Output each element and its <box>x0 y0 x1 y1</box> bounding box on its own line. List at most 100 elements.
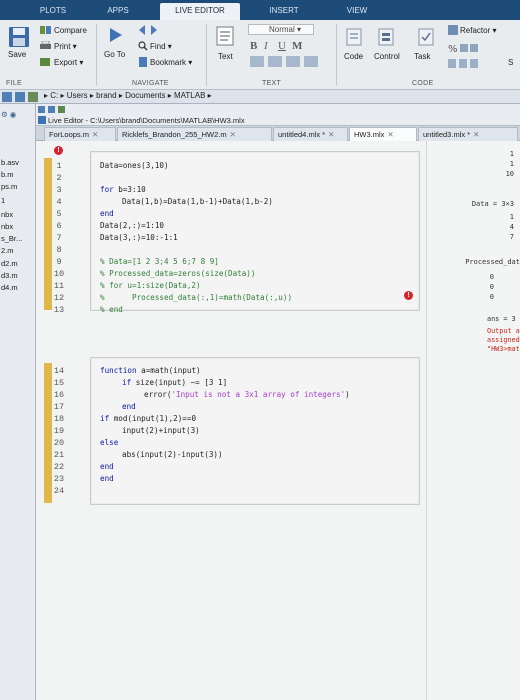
close-icon[interactable]: ✕ <box>473 130 479 139</box>
file-tab[interactable]: ForLoops.m ✕ <box>44 127 116 141</box>
print-button[interactable]: Print ▾ <box>54 42 77 51</box>
export-button[interactable]: Export ▾ <box>54 58 83 67</box>
error-icon[interactable]: ! <box>54 146 63 155</box>
tab-plots[interactable]: PLOTS <box>32 3 74 20</box>
code-line[interactable]: if size(input) ~= [3 1] <box>122 378 227 387</box>
path-segment[interactable]: Documents <box>125 91 165 100</box>
code-line[interactable]: input(2)+input(3) <box>122 426 200 435</box>
tab-label: ForLoops.m <box>49 130 90 139</box>
save-button[interactable]: Save <box>8 50 26 59</box>
nav-arrows-icon[interactable] <box>2 92 40 102</box>
file-item[interactable]: d2.m <box>1 259 18 268</box>
file-item[interactable]: b.m <box>1 170 14 179</box>
doc-toolbar-icons[interactable] <box>38 106 88 114</box>
code-line[interactable]: Data(2,:)=1:10 <box>100 221 164 230</box>
code-line[interactable]: function a=math(input) <box>100 366 201 375</box>
ribbon-tab-strip: PLOTS APPS LIVE EDITOR INSERT VIEW <box>0 0 520 20</box>
file-tab[interactable]: Ricklefs_Brandon_255_HW2.m ✕ <box>117 127 272 141</box>
code-line[interactable]: Data(1,b)=Data(1,b-1)+Data(1,b-2) <box>122 197 273 206</box>
line-number: 20 <box>53 438 65 448</box>
find-label: Find <box>150 42 166 51</box>
code-icon <box>346 28 362 46</box>
file-item[interactable]: d3.m <box>1 271 18 280</box>
file-item[interactable]: 2.m <box>1 246 14 255</box>
style-dropdown[interactable]: Normal ▾ <box>248 24 314 35</box>
bookmark-button[interactable]: Bookmark ▾ <box>150 58 192 67</box>
underline-button[interactable]: U <box>278 40 286 52</box>
error-icon[interactable]: ! <box>404 291 413 300</box>
task-button[interactable]: Task <box>414 52 430 61</box>
code-line[interactable]: Data=ones(3,10) <box>100 161 169 170</box>
comment-indent-icons[interactable]: % <box>448 42 478 54</box>
code-line[interactable]: end <box>122 402 136 411</box>
path-segment[interactable]: C: <box>50 91 58 100</box>
output-value: 10 <box>505 170 514 178</box>
code-line[interactable]: if mod(input(1),2)==0 <box>100 414 196 423</box>
tab-live-editor[interactable]: LIVE EDITOR <box>160 3 240 20</box>
keyword: for <box>100 185 114 194</box>
code-area[interactable]: Data=ones(3,10) for b=3:10 Data(1,b)=Dat… <box>82 141 424 700</box>
refactor-button[interactable]: Refactor ▾ <box>460 26 496 35</box>
live-editor: Live Editor - C:\Users\brand\Documents\M… <box>36 104 520 700</box>
file-item[interactable]: 1 <box>1 196 5 205</box>
live-script-icon <box>38 116 46 124</box>
panel-options-icon[interactable]: ⚙ ◉ <box>1 110 16 119</box>
italic-button[interactable]: I <box>264 40 268 52</box>
task-icon <box>418 28 434 46</box>
paragraph-format-icons[interactable] <box>250 56 320 68</box>
tab-label: HW3.mlx <box>354 130 385 139</box>
save-icon[interactable] <box>8 26 30 48</box>
code-line[interactable]: for b=3:10 <box>100 185 146 194</box>
code-comment[interactable]: % Processed_data=zeros(size(Data)) <box>100 269 255 278</box>
code-comment[interactable]: % for u=1:size(Data,2) <box>100 281 201 290</box>
file-item[interactable]: s_Br... <box>1 234 22 243</box>
close-icon[interactable]: ✕ <box>328 130 334 139</box>
data-variable-label[interactable]: Data = 3×3 <box>472 200 514 208</box>
code-comment[interactable]: % Processed_data(:,1)=math(Data(:,u)) <box>100 293 292 302</box>
tab-insert[interactable]: INSERT <box>262 3 306 20</box>
file-item[interactable]: nbx <box>1 222 13 231</box>
code-line[interactable]: end <box>100 209 114 218</box>
goto-button[interactable]: Go To <box>104 50 125 59</box>
error-message: "HW3>math" fu <box>487 345 520 353</box>
code-button[interactable]: Code <box>344 52 363 61</box>
back-forward-icon[interactable] <box>138 24 158 36</box>
control-icon <box>378 28 394 46</box>
code-line[interactable]: error('Input is not a 3x1 array of integ… <box>144 390 350 399</box>
file-item[interactable]: nbx <box>1 210 13 219</box>
line-number: 23 <box>53 474 65 484</box>
file-tab-active[interactable]: HW3.mlx ✕ <box>349 127 417 141</box>
file-tab[interactable]: untitled4.mlx * ✕ <box>273 127 348 141</box>
path-segment[interactable]: MATLAB <box>174 91 205 100</box>
indent-icons[interactable] <box>448 58 480 70</box>
code-line[interactable]: Data(3,:)=10:-1:1 <box>100 233 178 242</box>
path-segment[interactable]: brand <box>96 91 116 100</box>
code-line[interactable]: else <box>100 438 118 447</box>
tab-apps[interactable]: APPS <box>100 3 136 20</box>
file-item[interactable]: d4.m <box>1 283 18 292</box>
line-number: 8 <box>56 245 62 255</box>
file-item[interactable]: b.asv <box>1 158 19 167</box>
compare-button[interactable]: Compare <box>54 26 87 35</box>
close-icon[interactable]: ✕ <box>92 130 98 139</box>
close-icon[interactable]: ✕ <box>387 130 393 139</box>
code-line[interactable]: end <box>100 474 114 483</box>
code-comment[interactable]: % Data=[1 2 3;4 5 6;7 8 9] <box>100 257 219 266</box>
line-number: 2 <box>56 173 62 183</box>
line-number: 15 <box>53 378 65 388</box>
close-icon[interactable]: ✕ <box>230 130 236 139</box>
control-button[interactable]: Control <box>374 52 400 61</box>
tab-view[interactable]: VIEW <box>340 3 374 20</box>
bold-button[interactable]: B <box>250 40 257 52</box>
text-button[interactable]: Text <box>218 52 233 61</box>
path-segment[interactable]: Users <box>67 91 88 100</box>
tab-label: Ricklefs_Brandon_255_HW2.m <box>122 130 227 139</box>
code-line[interactable]: abs(input(2)-input(3)) <box>122 450 223 459</box>
file-tab[interactable]: untitled3.mlx * ✕ <box>418 127 518 141</box>
monospace-button[interactable]: M <box>292 40 302 52</box>
code-comment[interactable]: % end <box>100 305 123 314</box>
file-item[interactable]: ps.m <box>1 182 17 191</box>
processed-variable-label[interactable]: Processed_dat <box>465 258 520 266</box>
code-line[interactable]: end <box>100 462 114 471</box>
find-button[interactable]: Find ▾ <box>150 42 172 51</box>
